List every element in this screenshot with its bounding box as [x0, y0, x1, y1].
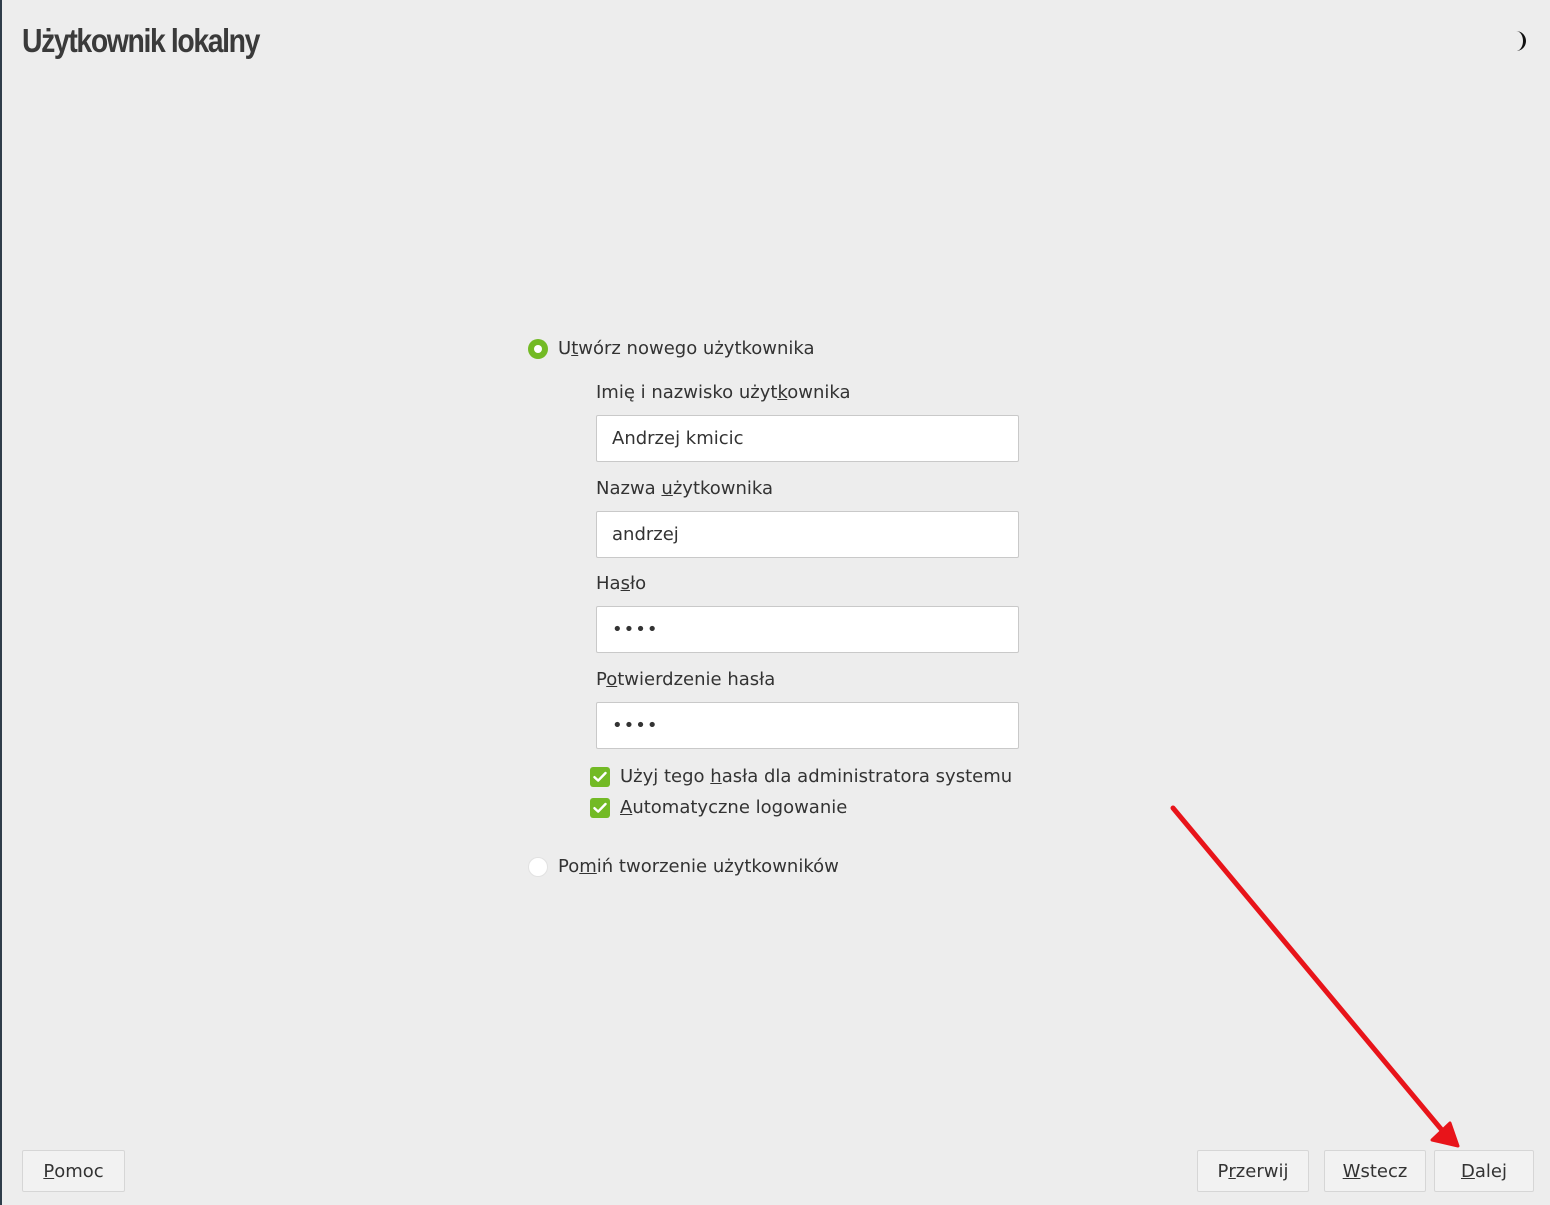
abort-button[interactable]: Pr zerwij [1197, 1150, 1309, 1192]
window-left-border [0, 0, 2, 1205]
confirm-password-field[interactable] [596, 702, 1019, 749]
full-name-field[interactable] [596, 415, 1019, 462]
checkmark-icon [593, 771, 607, 782]
username-label: Nazwa użytkownika [596, 478, 774, 499]
create-user-label: Utwórz nowego użytkownika [558, 338, 815, 359]
help-button[interactable]: Pomoc [22, 1150, 125, 1192]
back-button[interactable]: Wstecz [1324, 1150, 1426, 1192]
auto-login-option[interactable]: Automatyczne logowanie [590, 797, 847, 818]
use-password-for-admin-option[interactable]: Użyj tego hasła dla administratora syste… [590, 766, 1012, 787]
use-password-for-admin-label: Użyj tego hasła dla administratora syste… [620, 766, 1013, 787]
next-button[interactable]: Dalej [1434, 1150, 1534, 1192]
use-password-for-admin-checkbox[interactable] [590, 766, 610, 787]
confirm-password-label: Potwierdzenie hasła [596, 669, 776, 690]
checkmark-icon [593, 802, 607, 813]
create-user-radio[interactable] [528, 338, 548, 359]
create-user-radio-option[interactable]: Utwórz nowego użytkownika [528, 338, 815, 359]
page-title: Użytkownik lokalny [22, 22, 260, 59]
moon-icon[interactable] [1510, 29, 1532, 53]
skip-user-creation-radio[interactable] [528, 856, 548, 877]
skip-user-creation-radio-option[interactable]: Pomiń tworzenie użytkowników [528, 856, 839, 877]
annotation-arrow [1170, 805, 1460, 1148]
username-field[interactable] [596, 511, 1019, 558]
password-field[interactable] [596, 606, 1019, 653]
full-name-label: Imię i nazwisko użytkownika [596, 382, 851, 403]
password-label: Hasło [596, 573, 647, 594]
auto-login-label: Automatyczne logowanie [620, 797, 848, 818]
skip-user-creation-label: Pomiń tworzenie użytkowników [558, 856, 839, 877]
auto-login-checkbox[interactable] [590, 797, 610, 818]
